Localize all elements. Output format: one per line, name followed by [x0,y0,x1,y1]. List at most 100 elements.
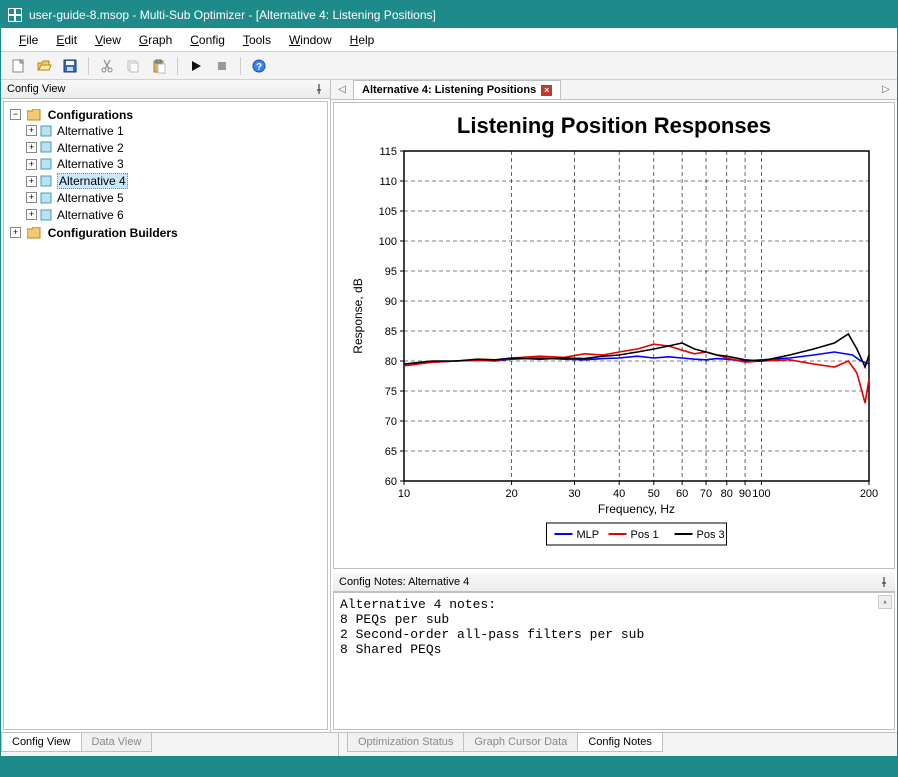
page-icon [40,209,54,221]
document-tab[interactable]: Alternative 4: Listening Positions × [353,80,561,99]
folder-icon [27,109,41,121]
menubar: File Edit View Graph Config Tools Window… [1,28,897,52]
svg-text:70: 70 [385,416,397,428]
svg-text:85: 85 [385,326,397,338]
new-icon[interactable] [7,55,29,77]
svg-text:90: 90 [739,488,751,500]
menu-view[interactable]: View [87,31,129,49]
copy-icon[interactable] [122,55,144,77]
pin-icon[interactable] [314,84,324,94]
bottom-tab[interactable]: Config Notes [577,733,663,752]
menu-graph[interactable]: Graph [131,31,180,49]
page-icon [40,141,54,153]
window-title: user-guide-8.msop - Multi-Sub Optimizer … [29,8,436,22]
svg-text:100: 100 [752,488,770,500]
tree-node-alternative[interactable]: Alternative 1 [57,124,124,138]
expand-toggle[interactable]: − [10,109,21,120]
toolbar: ? [1,52,897,80]
pin-icon[interactable] [879,577,889,587]
run-icon[interactable] [185,55,207,77]
svg-text:?: ? [256,62,262,73]
svg-text:90: 90 [385,296,397,308]
bottom-tab[interactable]: Data View [81,733,153,752]
folder-icon [27,227,41,239]
menu-tools[interactable]: Tools [235,31,279,49]
tree-node-alternative[interactable]: Alternative 5 [57,191,124,205]
svg-text:Pos 1: Pos 1 [631,529,659,541]
menu-file[interactable]: File [11,31,46,49]
open-icon[interactable] [33,55,55,77]
document-tab-label: Alternative 4: Listening Positions [362,84,536,96]
expand-toggle[interactable]: + [26,142,37,153]
svg-text:100: 100 [379,236,397,248]
tree-node-alternative[interactable]: Alternative 4 [57,173,128,189]
bottom-tab[interactable]: Optimization Status [347,733,464,752]
config-tree[interactable]: − Configurations + Alternative 1 + Alternat… [3,101,328,730]
left-bottom-tabs: Config ViewData View [1,732,339,756]
expand-toggle[interactable]: + [26,159,37,170]
paste-icon[interactable] [148,55,170,77]
stop-icon[interactable] [211,55,233,77]
expand-toggle[interactable]: + [10,227,21,238]
tree-node-alternative[interactable]: Alternative 6 [57,208,124,222]
svg-text:50: 50 [648,488,660,500]
svg-text:MLP: MLP [577,529,600,541]
page-icon [40,125,54,137]
expand-toggle[interactable]: + [26,192,37,203]
svg-text:105: 105 [379,206,397,218]
svg-text:95: 95 [385,266,397,278]
svg-text:60: 60 [385,476,397,488]
tree-node-alternative[interactable]: Alternative 2 [57,140,124,154]
page-icon [40,175,54,187]
tree-node-configurations[interactable]: Configurations [48,108,133,122]
expand-toggle[interactable]: + [26,125,37,136]
svg-text:80: 80 [721,488,733,500]
tree-node-alternative[interactable]: Alternative 3 [57,157,124,171]
right-pane: ◁ Alternative 4: Listening Positions × ▷… [331,80,897,732]
scroll-up-icon[interactable]: ▴ [878,595,892,609]
config-view-pane: Config View − Configurations + Alternativ… [1,80,331,732]
svg-text:110: 110 [379,176,397,188]
svg-text:60: 60 [676,488,688,500]
menu-help[interactable]: Help [342,31,383,49]
menu-window[interactable]: Window [281,31,340,49]
help-icon[interactable]: ? [248,55,270,77]
expand-toggle[interactable]: + [26,176,37,187]
svg-text:65: 65 [385,446,397,458]
menu-config[interactable]: Config [182,31,233,49]
page-icon [40,192,54,204]
svg-text:115: 115 [379,146,397,158]
svg-text:200: 200 [860,488,878,500]
chart: Listening Position Responses 60 65 70 75 80 85… [344,111,884,561]
config-view-header: Config View [1,80,330,99]
svg-text:Pos 3: Pos 3 [697,529,725,541]
cut-icon[interactable] [96,55,118,77]
config-view-title: Config View [7,83,66,95]
right-bottom-tabs: Optimization StatusGraph Cursor DataConf… [339,732,897,756]
svg-text:20: 20 [505,488,517,500]
config-notes-header: Config Notes: Alternative 4 [333,573,895,592]
svg-text:70: 70 [700,488,712,500]
svg-text:Listening Position Responses: Listening Position Responses [457,113,771,138]
tab-nav-left-icon[interactable]: ◁ [335,84,349,95]
save-icon[interactable] [59,55,81,77]
menu-edit[interactable]: Edit [48,31,85,49]
graph-area[interactable]: Listening Position Responses 60 65 70 75 80 85… [333,102,895,569]
svg-text:75: 75 [385,386,397,398]
expand-toggle[interactable]: + [26,209,37,220]
tab-nav-right-icon[interactable]: ▷ [879,84,893,95]
svg-text:30: 30 [568,488,580,500]
config-notes-pane: Config Notes: Alternative 4 Alternative … [333,573,895,730]
svg-text:10: 10 [398,488,410,500]
config-notes-text[interactable]: Alternative 4 notes: 8 PEQs per sub 2 Se… [333,592,895,730]
tree-node-configuration-builders[interactable]: Configuration Builders [48,226,178,240]
svg-text:80: 80 [385,356,397,368]
page-icon [40,158,54,170]
svg-text:40: 40 [613,488,625,500]
config-notes-title: Config Notes: Alternative 4 [339,576,469,588]
window-titlebar: user-guide-8.msop - Multi-Sub Optimizer … [1,1,897,28]
bottom-tab[interactable]: Config View [1,733,82,752]
close-icon[interactable]: × [541,85,552,96]
bottom-tab[interactable]: Graph Cursor Data [463,733,578,752]
document-tabstrip: ◁ Alternative 4: Listening Positions × ▷ [331,80,897,100]
